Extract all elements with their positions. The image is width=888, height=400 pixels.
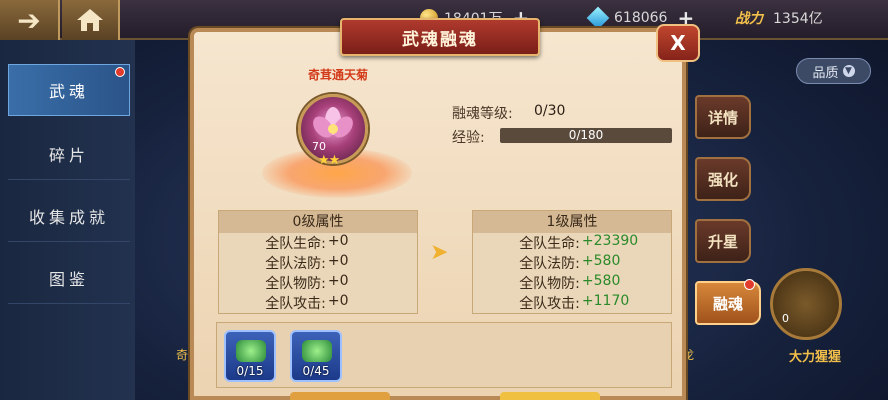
attr-header: 0级属性 xyxy=(219,211,417,233)
attr-row: 全队攻击: +1170 xyxy=(473,293,671,313)
material-count: 0/15 xyxy=(236,364,264,378)
nav-item-soul[interactable]: 武魂 xyxy=(8,64,130,116)
card-name: 大力猩猩 xyxy=(788,350,841,365)
fusion-level-value: 0/30 xyxy=(534,103,566,119)
material-area xyxy=(216,322,672,388)
attr-key: 全队法防: xyxy=(265,256,326,272)
bottom-action-button[interactable] xyxy=(290,392,390,400)
puzzle-piece-icon xyxy=(302,340,332,362)
attr-row: 全队法防: +0 xyxy=(219,253,417,273)
star-rating: ★★ xyxy=(318,153,340,168)
close-icon: X xyxy=(670,31,686,55)
fusion-level-label: 融魂等级: xyxy=(452,106,513,122)
dialog-title: 武魂融魂 xyxy=(340,18,540,56)
nav-item-label: 图鉴 xyxy=(48,269,89,289)
puzzle-piece-icon xyxy=(236,340,266,362)
soul-name: 奇茸通天菊 xyxy=(307,68,368,82)
bottom-action-button[interactable] xyxy=(500,392,600,400)
star-up-button[interactable]: 升星 xyxy=(695,219,751,263)
exp-label: 经验: xyxy=(452,130,485,146)
attr-header: 1级属性 xyxy=(473,211,671,233)
notification-dot xyxy=(115,67,125,77)
diamond-icon xyxy=(586,6,610,30)
nav-item-label: 碎片 xyxy=(48,145,89,165)
nav-item-label: 收集成就 xyxy=(28,207,109,227)
material-slot[interactable]: 0/45 xyxy=(290,330,342,382)
attr-key: 全队攻击: xyxy=(265,296,326,312)
material-slot[interactable]: 0/15 xyxy=(224,330,276,382)
home-icon xyxy=(77,9,103,31)
nav-item-fragments[interactable]: 碎片 xyxy=(8,128,130,180)
exp-progress-bar: 0/180 xyxy=(500,128,672,143)
material-count: 0/45 xyxy=(302,364,330,378)
arrow-right-icon: ➤ xyxy=(430,240,449,265)
attr-value: +0 xyxy=(327,273,349,289)
exp-value: 0/180 xyxy=(568,128,604,142)
nav-item-achievements[interactable]: 收集成就 xyxy=(8,190,130,242)
attr-row: 全队攻击: +0 xyxy=(219,293,417,313)
quality-filter-dropdown[interactable]: 品质 ▼ xyxy=(796,58,871,84)
chevron-down-icon: ▼ xyxy=(842,65,855,77)
attr-value: +1170 xyxy=(581,293,630,309)
dialog-title-text: 武魂融魂 xyxy=(402,29,478,50)
attr-row: 全队生命: +0 xyxy=(219,233,417,253)
notification-dot xyxy=(744,279,755,290)
attr-row: 全队物防: +580 xyxy=(473,273,671,293)
card-name-fragment: 奇 xyxy=(176,348,189,362)
attr-key: 全队物防: xyxy=(519,276,580,292)
close-button[interactable]: X xyxy=(656,24,700,62)
attr-value: +0 xyxy=(327,293,349,309)
home-button[interactable] xyxy=(62,0,120,40)
attr-key: 全队生命: xyxy=(519,236,580,252)
power-label: 战力 xyxy=(735,11,763,27)
soul-card-portrait[interactable] xyxy=(770,268,842,340)
attr-value: +0 xyxy=(327,253,349,269)
star-up-label: 升星 xyxy=(707,232,738,251)
fusion-button[interactable]: 融魂 xyxy=(695,279,761,325)
details-label: 详情 xyxy=(707,108,738,127)
attr-value: +0 xyxy=(327,233,349,249)
attr-key: 全队攻击: xyxy=(519,296,580,312)
left-nav: 武魂 碎片 收集成就 图鉴 xyxy=(0,40,135,400)
enhance-button[interactable]: 强化 xyxy=(695,157,751,201)
back-arrow-icon: ➔ xyxy=(17,3,41,37)
soul-level: 70 xyxy=(312,140,326,153)
attr-key: 全队生命: xyxy=(265,236,326,252)
power-value: 1354亿 xyxy=(773,11,823,27)
back-button[interactable]: ➔ xyxy=(0,0,60,40)
next-level-attributes: 1级属性 全队生命: +23390 全队法防: +580 全队物防: +580 … xyxy=(472,210,672,314)
attr-row: 全队生命: +23390 xyxy=(473,233,671,253)
attr-value: +580 xyxy=(581,273,621,289)
power-display: 战力 1354亿 xyxy=(735,6,823,30)
attr-row: 全队物防: +0 xyxy=(219,273,417,293)
attr-value: +580 xyxy=(581,253,621,269)
fusion-label: 融魂 xyxy=(712,294,743,313)
attr-value: +23390 xyxy=(581,233,639,249)
flower-icon xyxy=(313,107,353,138)
attr-key: 全队物防: xyxy=(265,276,326,292)
attr-key: 全队法防: xyxy=(519,256,580,272)
enhance-label: 强化 xyxy=(707,170,738,189)
nav-item-codex[interactable]: 图鉴 xyxy=(8,252,130,304)
gem-value: 618066 xyxy=(614,10,668,26)
attr-row: 全队法防: +580 xyxy=(473,253,671,273)
filter-label: 品质 xyxy=(812,65,839,81)
current-level-attributes: 0级属性 全队生命: +0 全队法防: +0 全队物防: +0 全队攻击: +0 xyxy=(218,210,418,314)
details-button[interactable]: 详情 xyxy=(695,95,751,139)
card-level: 0 xyxy=(782,312,789,325)
nav-item-label: 武魂 xyxy=(48,82,89,101)
